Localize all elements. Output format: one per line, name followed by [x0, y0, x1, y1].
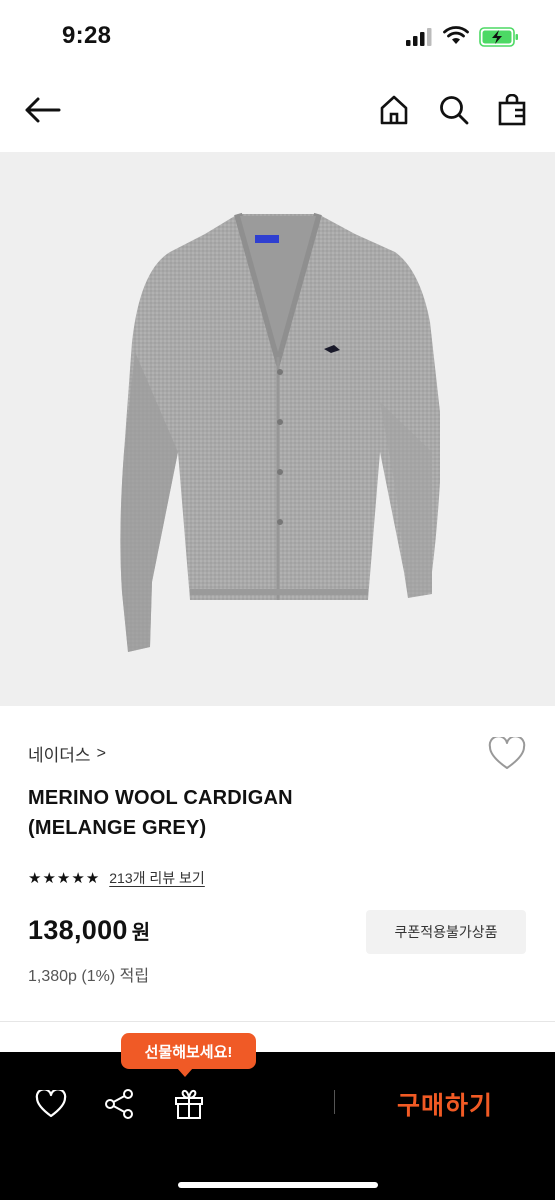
rating-row: ★ ★ ★ ★ ★ 213개 리뷰 보기 [28, 868, 205, 888]
search-icon [440, 96, 469, 125]
bottom-action-bar: 구매하기 [0, 1052, 555, 1200]
review-link[interactable]: 213개 리뷰 보기 [109, 868, 205, 888]
product-title-line1: MERINO WOOL CARDIGAN [28, 787, 293, 809]
search-button[interactable] [434, 90, 474, 130]
product-image[interactable] [0, 152, 555, 706]
back-arrow-icon [25, 97, 61, 123]
wishlist-button[interactable] [486, 733, 528, 775]
status-bar: 9:28 [0, 0, 555, 72]
price-value: 138,000 [28, 915, 128, 945]
cardigan-illustration [120, 212, 441, 652]
coupon-badge: 쿠폰적용불가상품 [366, 910, 526, 954]
cellular-signal-icon [406, 28, 432, 46]
heart-icon [35, 1090, 67, 1118]
battery-charging-icon [479, 27, 518, 47]
share-icon [105, 1089, 133, 1119]
star-icon: ★ [42, 869, 56, 887]
product-title: MERINO WOOL CARDIGAN (MELANGE GREY) [28, 783, 448, 843]
price-unit: 원 [131, 922, 151, 944]
gift-tooltip[interactable]: 선물해보세요! [121, 1033, 256, 1077]
shopping-bag-icon [498, 94, 526, 126]
home-button[interactable] [374, 90, 414, 130]
like-button[interactable] [29, 1082, 73, 1126]
heart-outline-icon [488, 737, 526, 769]
gift-icon [175, 1089, 203, 1119]
rating-stars: ★ ★ ★ ★ ★ [28, 871, 99, 886]
gift-button[interactable] [167, 1082, 211, 1126]
star-icon: ★ [85, 869, 100, 887]
reward-points: 1,380p (1%) 적립 [28, 968, 150, 985]
price: 138,000 원 [28, 915, 150, 946]
star-icon: ★ [56, 869, 71, 887]
status-time: 9:28 [62, 22, 112, 49]
star-icon: ★ [71, 869, 85, 887]
top-nav [0, 72, 555, 152]
back-button[interactable] [22, 90, 62, 130]
buy-button[interactable]: 구매하기 [340, 1076, 550, 1132]
shopping-bag-button[interactable] [492, 90, 532, 130]
share-button[interactable] [97, 1082, 141, 1126]
divider [0, 1021, 555, 1022]
brand-link[interactable]: 네이더스 > [28, 741, 106, 766]
home-icon [380, 95, 408, 125]
wifi-icon [443, 26, 469, 44]
product-title-line2: (MELANGE GREY) [28, 817, 207, 839]
brand-name: 네이더스 [28, 746, 91, 765]
chevron-right-icon: > [96, 744, 106, 762]
star-icon: ★ [28, 869, 42, 887]
home-indicator [178, 1182, 378, 1188]
divider [334, 1090, 335, 1114]
